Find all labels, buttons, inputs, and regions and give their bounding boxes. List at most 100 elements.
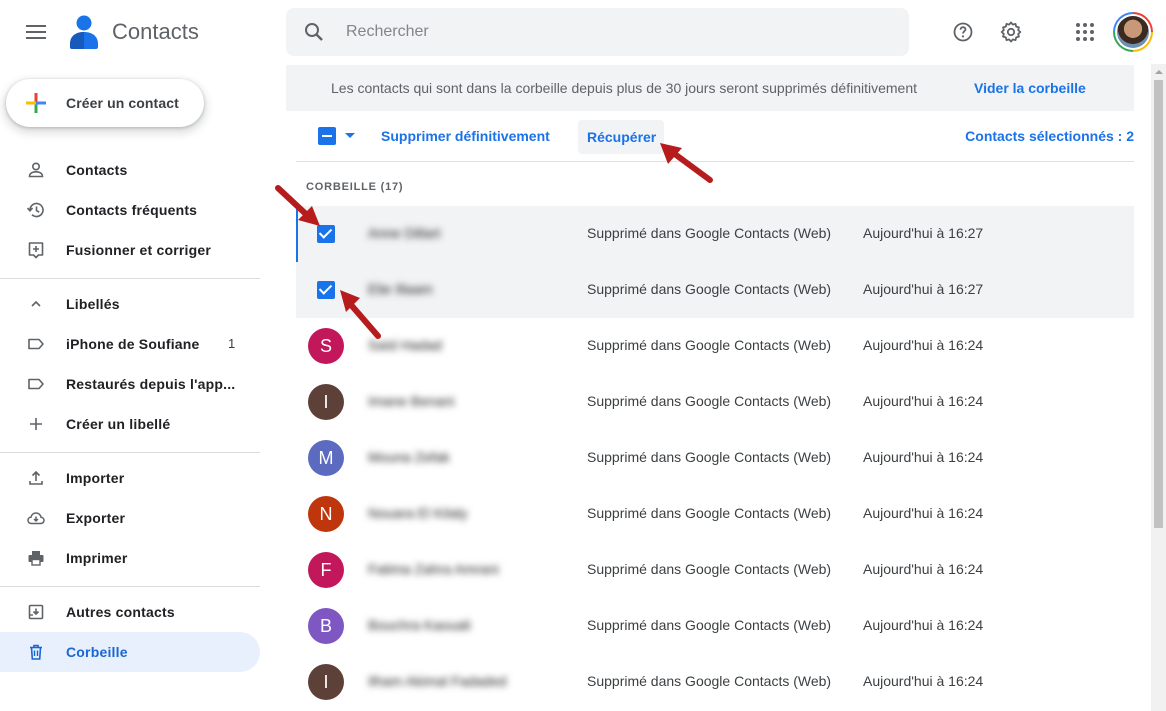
sidebar-item-labels-toggle[interactable]: Libellés (0, 284, 260, 324)
sidebar-item-label: Contacts fréquents (66, 202, 198, 218)
row-checkbox[interactable] (317, 225, 335, 243)
contact-name: Nouara El Kilaly (368, 505, 468, 521)
sidebar-item-contacts[interactable]: Contacts (0, 150, 260, 190)
table-row[interactable]: Elie Illaam Supprimé dans Google Contact… (296, 262, 1134, 318)
sidebar-item-label: Créer un libellé (66, 416, 171, 432)
recover-button[interactable]: Récupérer (578, 120, 664, 154)
contacts-app: Contacts Créer un contact Contacts (0, 0, 1166, 711)
contact-avatar[interactable]: B (308, 608, 344, 644)
delete-permanently-button[interactable]: Supprimer définitivement (381, 128, 550, 144)
contact-avatar[interactable]: I (308, 664, 344, 700)
plus-icon (30, 418, 42, 430)
sidebar-item-print[interactable]: Imprimer (0, 538, 260, 578)
label-icon (28, 378, 44, 390)
deletion-source: Supprimé dans Google Contacts (Web) (587, 673, 832, 689)
sidebar-item-label: Autres contacts (66, 604, 175, 620)
create-contact-button[interactable]: Créer un contact (6, 79, 204, 127)
deletion-date: Aujourd'hui à 16:27 (863, 281, 984, 297)
sidebar-item-label: Restaurés depuis l'app... (66, 376, 236, 392)
deletion-date: Aujourd'hui à 16:24 (863, 337, 984, 353)
create-contact-label: Créer un contact (66, 95, 179, 111)
selection-toolbar: Supprimer définitivement Récupérer Conta… (296, 114, 1134, 160)
deletion-source: Supprimé dans Google Contacts (Web) (587, 393, 832, 409)
sidebar-divider (0, 452, 260, 453)
contact-name: Mouna Zefak (368, 449, 450, 465)
contact-name: Imane Benani (368, 393, 455, 409)
deletion-source: Supprimé dans Google Contacts (Web) (587, 561, 832, 577)
selected-count: Contacts sélectionnés : 2 (965, 128, 1134, 144)
trash-icon (30, 644, 42, 660)
history-icon (26, 202, 44, 218)
table-row[interactable]: N Nouara El Kilaly Supprimé dans Google … (296, 486, 1134, 542)
select-menu-dropdown-icon[interactable] (345, 133, 355, 138)
account-avatar[interactable] (1113, 12, 1153, 52)
sidebar-item-label: iPhone de Soufiane (66, 336, 200, 352)
menu-icon (26, 25, 46, 39)
contact-name: Saïd Hadad (368, 337, 442, 353)
contact-avatar[interactable]: F (308, 552, 344, 588)
contact-avatar[interactable]: M (308, 440, 344, 476)
sidebar-item-label-restored[interactable]: Restaurés depuis l'app... (0, 364, 260, 404)
settings-gear-icon[interactable] (999, 20, 1023, 44)
scrollbar-thumb[interactable] (1154, 80, 1163, 528)
empty-trash-button[interactable]: Vider la corbeille (974, 80, 1086, 96)
contact-avatar[interactable]: S (308, 328, 344, 364)
search-box (286, 8, 909, 56)
archive-icon (28, 604, 44, 620)
sidebar-item-export[interactable]: Exporter (0, 498, 260, 538)
table-row[interactable]: S Saïd Hadad Supprimé dans Google Contac… (296, 318, 1134, 374)
sidebar-item-trash[interactable]: Corbeille (0, 632, 260, 672)
recover-button-label: Récupérer (587, 129, 657, 145)
deletion-date: Aujourd'hui à 16:24 (863, 561, 984, 577)
sidebar-item-create-label[interactable]: Créer un libellé (0, 404, 260, 444)
deletion-source: Supprimé dans Google Contacts (Web) (587, 449, 832, 465)
table-row[interactable]: I Ilham Akimal Fadaded Supprimé dans Goo… (296, 654, 1134, 710)
contact-avatar[interactable]: N (308, 496, 344, 532)
add-box-icon (28, 242, 44, 259)
sidebar-item-label: Exporter (66, 510, 126, 526)
select-all-checkbox[interactable] (318, 127, 336, 145)
main-menu-button[interactable] (20, 16, 52, 48)
sidebar-item-label: Corbeille (66, 644, 128, 660)
sidebar-item-import[interactable]: Importer (0, 458, 260, 498)
sidebar-item-label: Contacts (66, 162, 128, 178)
table-row[interactable]: M Mouna Zefak Supprimé dans Google Conta… (296, 430, 1134, 486)
apps-grid-icon[interactable] (1073, 20, 1097, 44)
toolbar-divider (296, 161, 1134, 162)
sidebar-item-other-contacts[interactable]: Autres contacts (0, 592, 260, 632)
label-count: 1 (228, 336, 236, 351)
row-checkbox[interactable] (317, 281, 335, 299)
sidebar-item-merge-fix[interactable]: Fusionner et corriger (0, 230, 260, 270)
vertical-scrollbar[interactable] (1151, 64, 1166, 711)
contact-name: Ilham Akimal Fadaded (368, 673, 507, 689)
table-row[interactable]: I Imane Benani Supprimé dans Google Cont… (296, 374, 1134, 430)
contact-avatar[interactable]: I (308, 384, 344, 420)
sidebar-divider (0, 278, 260, 279)
deletion-source: Supprimé dans Google Contacts (Web) (587, 225, 832, 241)
sidebar-divider (0, 586, 260, 587)
person-icon (28, 162, 44, 178)
sidebar-item-label: Libellés (66, 296, 120, 312)
upload-icon (29, 470, 43, 485)
sidebar-item-label: Importer (66, 470, 125, 486)
app-title: Contacts (112, 19, 199, 44)
label-icon (28, 338, 44, 350)
table-row[interactable]: Anne Dillart Supprimé dans Google Contac… (296, 206, 1134, 262)
scroll-up-arrow-icon[interactable] (1155, 70, 1163, 74)
deletion-date: Aujourd'hui à 16:27 (863, 225, 984, 241)
table-row[interactable]: F Fatima Zahra Amrani Supprimé dans Goog… (296, 542, 1134, 598)
sidebar-item-frequent[interactable]: Contacts fréquents (0, 190, 260, 230)
deletion-date: Aujourd'hui à 16:24 (863, 393, 984, 409)
colored-plus-icon (26, 93, 46, 113)
chevron-up-icon (31, 300, 41, 307)
sidebar-item-label-iphone[interactable]: iPhone de Soufiane 1 (0, 324, 260, 364)
sidebar-item-label: Fusionner et corriger (66, 242, 212, 258)
table-row[interactable]: B Bouchra Kaouali Supprimé dans Google C… (296, 598, 1134, 654)
app-header: Contacts (0, 0, 1166, 64)
banner-text: Les contacts qui sont dans la corbeille … (331, 80, 917, 96)
help-icon[interactable] (951, 20, 975, 44)
search-icon[interactable] (302, 20, 326, 44)
section-title: CORBEILLE (17) (306, 181, 404, 193)
search-input[interactable] (346, 8, 886, 56)
deletion-source: Supprimé dans Google Contacts (Web) (587, 281, 832, 297)
